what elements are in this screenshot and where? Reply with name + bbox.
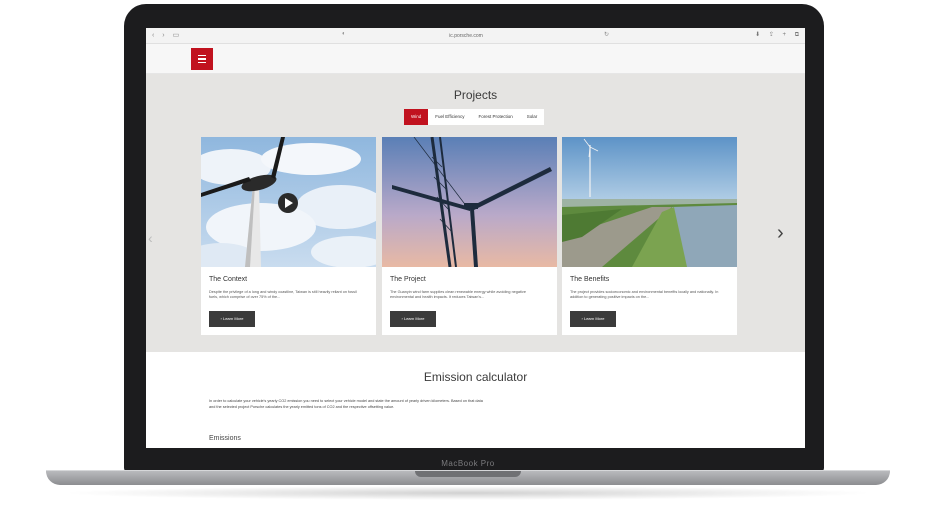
download-icon[interactable]: ⬇	[755, 32, 760, 38]
calculator-description: In order to calculate your vehicle's yea…	[209, 399, 483, 409]
site-header	[146, 44, 805, 74]
emission-calculator-section: Emission calculator In order to calculat…	[146, 352, 805, 448]
card-title: The Context	[209, 276, 248, 283]
address-bar[interactable]: ic.porsche.com	[316, 31, 616, 41]
card-image-coastline	[562, 137, 737, 267]
projects-title: Projects	[453, 88, 498, 102]
project-card-benefits: The Benefits The project provides socioe…	[562, 137, 737, 335]
forward-icon[interactable]: ›	[162, 32, 164, 39]
calculator-title: Emission calculator	[423, 370, 528, 384]
card-title: The Project	[390, 276, 426, 283]
tab-fuel-efficiency[interactable]: Fuel Efficiency	[428, 109, 471, 125]
tab-forest-protection[interactable]: Forest Protection	[471, 109, 519, 125]
project-card-project: The Project The Guanyin wind farm suppli…	[382, 137, 557, 335]
laptop-mockup: MacBook Pro ‹ › ▭ ◐ ic.porsche.com ↻ ⬇ ⇪…	[0, 0, 936, 515]
tab-wind[interactable]: Wind	[404, 109, 429, 125]
card-title: The Benefits	[570, 276, 610, 283]
learn-more-button[interactable]: › Learn More	[390, 311, 436, 327]
card-description: The project provides socioeconomic and e…	[570, 290, 719, 299]
laptop-notch	[415, 471, 521, 477]
carousel-next-arrow[interactable]: ›	[777, 222, 784, 245]
emissions-heading: Emissions	[209, 435, 241, 442]
tab-solar[interactable]: Solar	[520, 109, 545, 125]
card-description: The Guanyin wind farm supplies clean ren…	[390, 290, 526, 299]
browser-toolbar: ‹ › ▭ ◐ ic.porsche.com ↻ ⬇ ⇪ + ⧉	[146, 28, 805, 44]
laptop-shadow	[60, 486, 876, 500]
hamburger-icon[interactable]	[191, 48, 213, 70]
card-image-turbine-sky	[201, 137, 376, 267]
add-tab-icon[interactable]: +	[783, 32, 787, 38]
carousel-prev-arrow[interactable]: ‹	[148, 230, 153, 246]
project-tabs: Wind Fuel Efficiency Forest Protection S…	[404, 109, 545, 125]
tabs-icon[interactable]: ⧉	[795, 32, 799, 38]
back-icon[interactable]: ‹	[152, 32, 154, 39]
reload-icon[interactable]: ↻	[604, 31, 609, 38]
share-icon[interactable]: ⇪	[769, 32, 774, 38]
projects-section: Projects Wind Fuel Efficiency Forest Pro…	[146, 74, 805, 352]
learn-more-button[interactable]: › Learn More	[570, 311, 616, 327]
device-label: MacBook Pro	[441, 459, 495, 468]
card-image-turbine-construction	[382, 137, 557, 267]
sidebar-icon[interactable]: ▭	[173, 32, 180, 39]
screen: ‹ › ▭ ◐ ic.porsche.com ↻ ⬇ ⇪ + ⧉ Project…	[146, 28, 805, 448]
project-card-context: The Context Despite the privilege of a l…	[201, 137, 376, 335]
learn-more-button[interactable]: › Learn More	[209, 311, 255, 327]
card-description: Despite the privilege of a long and wind…	[209, 290, 357, 299]
